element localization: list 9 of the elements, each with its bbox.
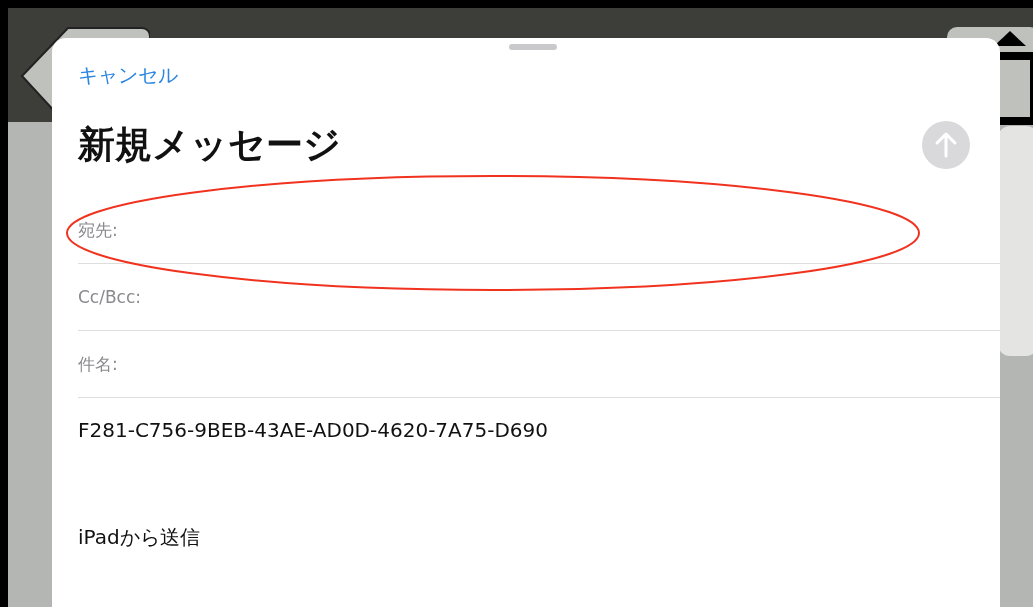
grabber-handle[interactable]: [509, 44, 557, 50]
sheet-title: 新規メッセージ: [78, 122, 341, 168]
field-label: 件名:: [78, 352, 118, 376]
field-label: Cc/Bcc:: [78, 287, 142, 307]
send-icon[interactable]: [922, 121, 970, 169]
cancel-link[interactable]: キャンセル: [78, 62, 178, 89]
field-label: 宛先:: [78, 218, 118, 242]
body-text: iPadから送信: [78, 524, 201, 551]
body-text: F281-C756-9BEB-43AE-AD0D-4620-7A75-D690: [78, 417, 549, 442]
